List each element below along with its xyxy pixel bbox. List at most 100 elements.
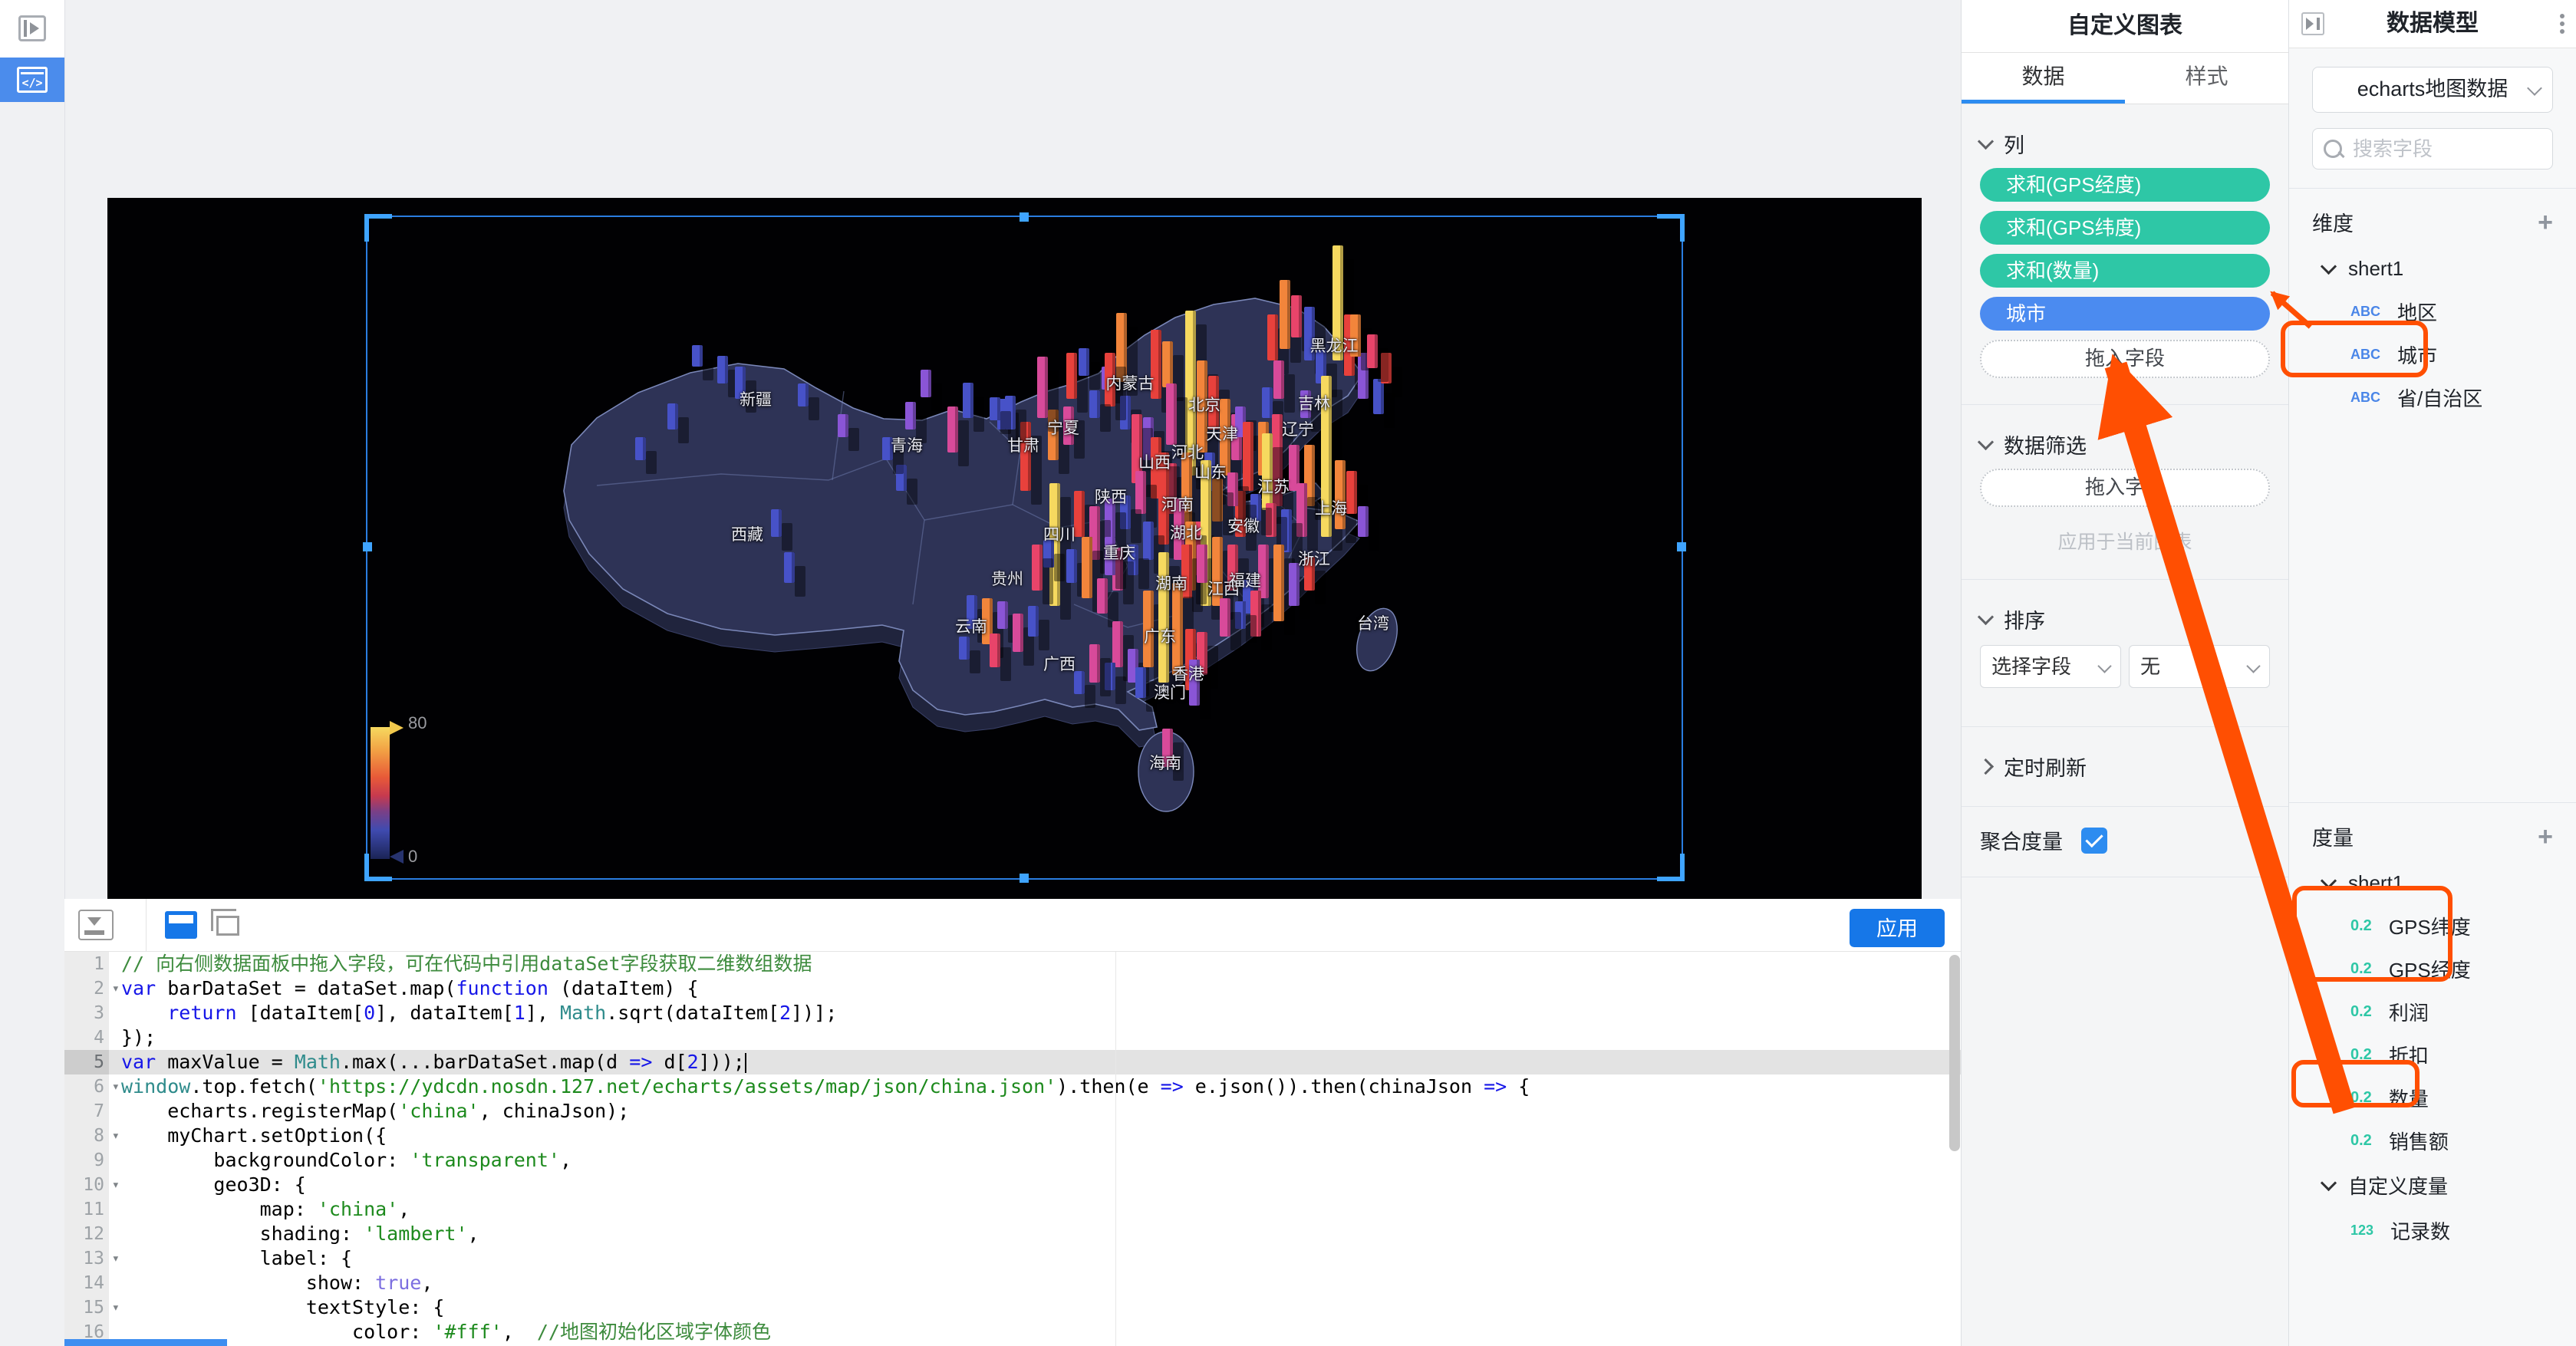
selection-corner-handle[interactable] bbox=[1657, 854, 1685, 881]
code-line[interactable]: 14 show: true, bbox=[64, 1271, 1962, 1295]
editor-toolbar: 应用 bbox=[64, 899, 1962, 952]
line-number: 3 bbox=[64, 1001, 109, 1025]
line-number: 6▾ bbox=[64, 1074, 109, 1099]
fold-icon[interactable]: ▾ bbox=[112, 1124, 120, 1148]
field-row[interactable]: ABC省/自治区 bbox=[2289, 376, 2576, 419]
chevron-down-icon bbox=[2097, 659, 2111, 673]
code-editor[interactable]: 1// 向右侧数据面板中拖入字段，可在代码中引用dataSet字段获取二维数组数… bbox=[64, 952, 1962, 1346]
filter-section-header[interactable]: 数据筛选 bbox=[1980, 429, 2270, 459]
code-line[interactable]: 5var maxValue = Math.max(...barDataSet.m… bbox=[64, 1050, 1962, 1074]
code-line[interactable]: 12 shading: 'lambert', bbox=[64, 1222, 1962, 1246]
editor-vertical-scrollbar[interactable] bbox=[1949, 955, 1960, 1151]
column-pill-measure[interactable]: 求和(GPS经度) bbox=[1980, 168, 2270, 202]
code-text: var barDataSet = dataSet.map(function (d… bbox=[109, 976, 699, 1001]
custom-measure-group[interactable]: 自定义度量 bbox=[2289, 1162, 2576, 1209]
search-icon bbox=[2324, 140, 2342, 158]
fold-icon[interactable]: ▾ bbox=[112, 1295, 120, 1320]
measure-group[interactable]: shert1 bbox=[2289, 862, 2576, 904]
field-row[interactable]: 0.2数量 bbox=[2289, 1076, 2576, 1119]
field-row[interactable]: ABC地区 bbox=[2289, 290, 2576, 333]
sort-order-select[interactable]: 无 bbox=[2129, 645, 2270, 688]
field-row[interactable]: 0.2销售额 bbox=[2289, 1119, 2576, 1162]
field-row[interactable]: 123记录数 bbox=[2289, 1209, 2576, 1252]
line-number: 11 bbox=[64, 1197, 109, 1222]
column-pill-measure[interactable]: 求和(数量) bbox=[1980, 254, 2270, 288]
code-line[interactable]: 3 return [dataItem[0], dataItem[1], Math… bbox=[64, 1001, 1962, 1025]
fold-icon[interactable]: ▾ bbox=[112, 976, 120, 1001]
field-row[interactable]: 0.2GPS纬度 bbox=[2289, 904, 2576, 947]
column-pill-dimension[interactable]: 城市 bbox=[1980, 297, 2270, 331]
selection-corner-handle[interactable] bbox=[364, 214, 392, 242]
code-line[interactable]: 10▾ geo3D: { bbox=[64, 1173, 1962, 1197]
expand-left-panel-icon[interactable] bbox=[18, 15, 46, 41]
toolbar-divider bbox=[146, 899, 147, 951]
editor-horizontal-scrollbar[interactable] bbox=[64, 1339, 227, 1346]
sort-field-select[interactable]: 选择字段 bbox=[1980, 645, 2121, 688]
search-input[interactable] bbox=[2351, 137, 2541, 162]
code-line[interactable]: 4}); bbox=[64, 1025, 1962, 1050]
selection-edge-handle[interactable] bbox=[1020, 212, 1029, 222]
field-type-badge: 0.2 bbox=[2350, 1089, 2372, 1107]
apply-button[interactable]: 应用 bbox=[1850, 909, 1945, 947]
code-line[interactable]: 16 color: '#fff', //地图初始化区域字体颜色 bbox=[64, 1320, 1962, 1344]
fold-icon[interactable]: ▾ bbox=[112, 1173, 120, 1197]
code-text: textStyle: { bbox=[109, 1295, 444, 1320]
aggregate-label: 聚合度量 bbox=[1980, 825, 2063, 855]
code-line[interactable]: 1// 向右侧数据面板中拖入字段，可在代码中引用dataSet字段获取二维数组数… bbox=[64, 952, 1962, 976]
filter-drop-zone[interactable]: 拖入字段 bbox=[1980, 469, 2270, 507]
dashboard-canvas[interactable]: 新疆青海西藏甘肃宁夏内蒙古黑龙江吉林辽宁北京天津河北山西山东陕西河南江苏安徽上海… bbox=[107, 198, 1922, 899]
field-type-badge: 0.2 bbox=[2350, 1132, 2372, 1150]
line-number: 10▾ bbox=[64, 1173, 109, 1197]
data-model-panel: 数据模型 echarts地图数据 维度+ shert1 ABC地区ABC城市AB… bbox=[2288, 0, 2576, 1346]
dataset-select[interactable]: echarts地图数据 bbox=[2312, 67, 2553, 113]
selection-corner-handle[interactable] bbox=[1657, 214, 1685, 242]
code-text: echarts.registerMap('china', chinaJson); bbox=[109, 1099, 629, 1124]
columns-section-header[interactable]: 列 bbox=[1980, 129, 2270, 159]
left-rail: </> bbox=[0, 0, 65, 1346]
add-measure-icon[interactable]: + bbox=[2538, 829, 2553, 844]
data-panel-title: 数据模型 bbox=[2387, 11, 2479, 36]
fold-icon[interactable]: ▾ bbox=[112, 1246, 120, 1271]
collapse-right-panel-icon[interactable] bbox=[2301, 12, 2324, 35]
selection-edge-handle[interactable] bbox=[363, 542, 372, 551]
code-line[interactable]: 6▾window.top.fetch('https://ydcdn.nosdn.… bbox=[64, 1074, 1962, 1099]
widget-selection-frame[interactable] bbox=[366, 216, 1683, 880]
refresh-section: 定时刷新 bbox=[1962, 727, 2288, 807]
code-line[interactable]: 2▾var barDataSet = dataSet.map(function … bbox=[64, 976, 1962, 1001]
code-line[interactable]: 13▾ label: { bbox=[64, 1246, 1962, 1271]
add-dimension-icon[interactable]: + bbox=[2538, 215, 2553, 230]
aggregate-checkbox[interactable] bbox=[2081, 828, 2107, 854]
selection-corner-handle[interactable] bbox=[364, 854, 392, 881]
code-line[interactable]: 15▾ textStyle: { bbox=[64, 1295, 1962, 1320]
single-view-icon[interactable] bbox=[165, 911, 197, 939]
field-row[interactable]: 0.2GPS经度 bbox=[2289, 947, 2576, 990]
code-line[interactable]: 7 echarts.registerMap('china', chinaJson… bbox=[64, 1099, 1962, 1124]
tab-style[interactable]: 样式 bbox=[2125, 53, 2288, 104]
field-label: 城市 bbox=[2397, 341, 2437, 369]
selection-edge-handle[interactable] bbox=[1677, 542, 1686, 551]
field-row[interactable]: ABC 城市 bbox=[2289, 333, 2576, 376]
code-line[interactable]: 9 backgroundColor: 'transparent', bbox=[64, 1148, 1962, 1173]
collapse-editor-icon[interactable] bbox=[78, 910, 114, 940]
columns-drop-zone[interactable]: 拖入字段 bbox=[1980, 340, 2270, 378]
code-line[interactable]: 11 map: 'china', bbox=[64, 1197, 1962, 1222]
sidebar-item-custom-code-widget[interactable]: </> bbox=[0, 58, 64, 102]
more-options-icon[interactable] bbox=[2559, 11, 2565, 38]
column-pills: 求和(GPS经度) 求和(GPS纬度) 求和(数量) 城市 bbox=[1980, 168, 2270, 331]
dimension-group[interactable]: shert1 bbox=[2289, 248, 2576, 290]
field-label: 利润 bbox=[2389, 998, 2429, 1026]
split-view-icon[interactable] bbox=[216, 916, 239, 936]
chevron-down-icon bbox=[2246, 659, 2260, 673]
search-field-box[interactable] bbox=[2312, 128, 2553, 169]
column-pill-measure[interactable]: 求和(GPS纬度) bbox=[1980, 211, 2270, 245]
line-number: 9 bbox=[64, 1148, 109, 1173]
refresh-section-header[interactable]: 定时刷新 bbox=[1980, 752, 2270, 782]
field-row[interactable]: 0.2利润 bbox=[2289, 990, 2576, 1033]
fold-icon[interactable]: ▾ bbox=[112, 1074, 120, 1099]
sort-section-header[interactable]: 排序 bbox=[1980, 604, 2270, 634]
selection-edge-handle[interactable] bbox=[1020, 874, 1029, 883]
code-line[interactable]: 8▾ myChart.setOption({ bbox=[64, 1124, 1962, 1148]
tab-data[interactable]: 数据 bbox=[1962, 53, 2125, 104]
field-type-badge: ABC bbox=[2350, 347, 2380, 363]
field-row[interactable]: 0.2折扣 bbox=[2289, 1033, 2576, 1076]
